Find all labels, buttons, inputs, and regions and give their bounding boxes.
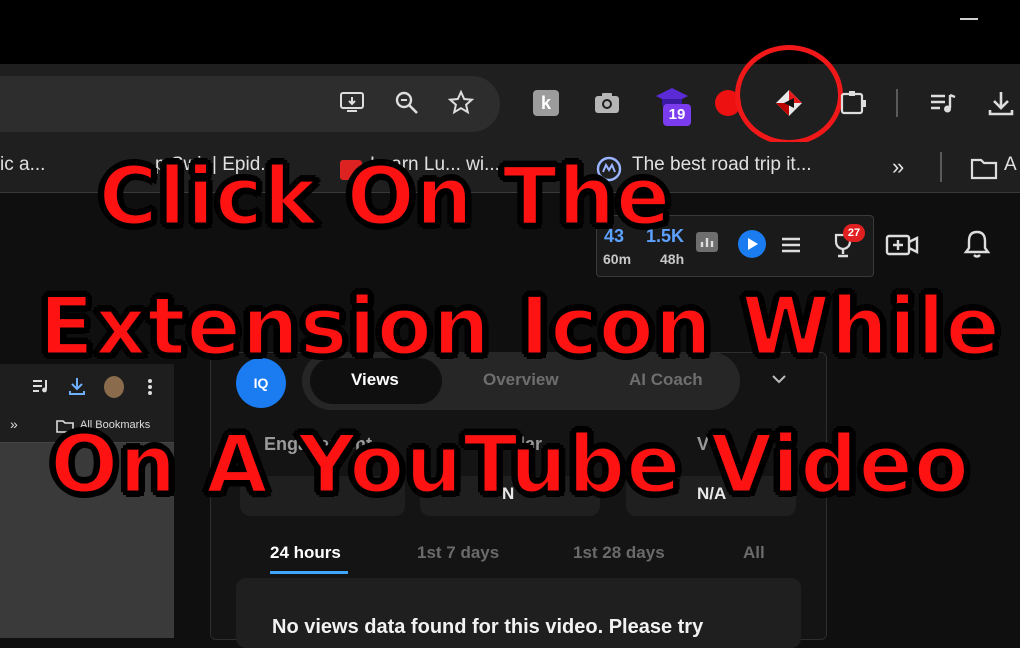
highlight-circle [735, 45, 843, 145]
caption-line-1: Click On The [97, 149, 672, 245]
caption-line-2: Extension Icon While [38, 279, 1002, 375]
address-bar[interactable] [0, 76, 500, 132]
tab-overview[interactable]: Overview [483, 370, 559, 390]
bookmark-star-icon[interactable] [446, 88, 476, 118]
inset-more-icon [147, 378, 153, 401]
range-active-underline [270, 571, 348, 574]
install-app-icon[interactable] [338, 88, 368, 118]
folder-icon [970, 156, 998, 185]
bookmarks-divider [940, 152, 942, 182]
zoom-icon[interactable] [392, 88, 422, 118]
range-7-days[interactable]: 1st 7 days [417, 543, 499, 563]
extension-k-icon[interactable]: k [533, 90, 559, 116]
extensions-puzzle-icon[interactable] [838, 88, 868, 118]
tab-ai-coach[interactable]: AI Coach [629, 370, 703, 390]
range-24-hours[interactable]: 24 hours [270, 543, 341, 563]
notifications-bell-icon[interactable] [962, 228, 992, 265]
views-period: 60m [603, 251, 632, 267]
inset-avatar [104, 376, 124, 398]
range-all[interactable]: All [743, 543, 765, 563]
extension-badge: 19 [663, 104, 691, 126]
chevron-down-icon[interactable] [771, 372, 787, 390]
title-bar [0, 0, 1020, 64]
inset-download-icon [68, 376, 86, 401]
minimize-button[interactable] [960, 18, 978, 20]
tab-views-label[interactable]: Views [351, 370, 399, 390]
bookmark-folder-label[interactable]: A [1004, 154, 1017, 176]
media-queue-icon[interactable] [928, 88, 958, 118]
toolbar-divider [896, 89, 898, 117]
no-data-message: No views data found for this video. Plea… [272, 616, 704, 638]
views-period-48h: 48h [660, 251, 685, 267]
range-28-days[interactable]: 1st 28 days [573, 543, 665, 563]
screenshot-camera-icon[interactable] [592, 88, 622, 118]
caption-line-3: On A YouTube Video [49, 417, 971, 513]
inset-media-queue-icon [32, 378, 50, 399]
download-icon[interactable] [986, 88, 1016, 118]
